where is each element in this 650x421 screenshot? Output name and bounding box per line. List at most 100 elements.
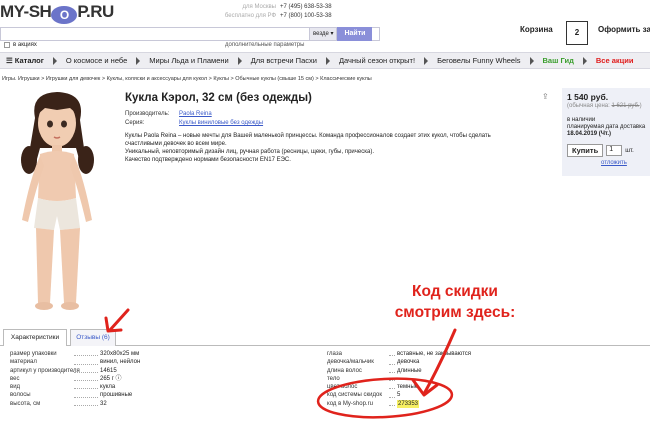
old-price: (обычная цена: 1 621 руб.) [567,103,650,109]
search-button[interactable]: Найти [337,27,373,41]
cart-link[interactable]: Корзина [520,25,553,34]
stock-status: в наличии [567,117,596,123]
char-value: девочка [397,359,420,366]
product-title: Кукла Кэрол, 32 см (без одежды) [125,92,312,104]
cart-count-badge[interactable]: 2 [566,21,588,45]
manufacturer-label: Производитель: [125,111,170,117]
product-description: Куклы Paola Reina – новые мечты для Ваше… [125,132,545,164]
divider [74,391,98,398]
logo-ball-icon: O [51,6,78,24]
site-logo[interactable]: MY-SH O P.RU [0,2,114,24]
char-value: кукла [100,384,116,391]
char-key: вид [10,384,21,391]
char-value: темные [397,384,419,391]
nav-arrow-icon [582,56,587,65]
char-row: вес 265 г ⓘ [10,375,140,383]
divider [389,383,395,390]
char-key: материал [10,359,37,366]
nav-item[interactable]: Беговелы Funny Wheels [431,53,526,68]
phone-label-moscow: для Москвы [242,4,276,10]
char-row: вид кукла [10,383,140,391]
char-key: девочка/мальчик [327,359,374,366]
char-key: цвет волос [327,384,358,391]
tab-reviews[interactable]: Отзывы (6) [70,329,116,346]
char-value: длинные [397,367,422,374]
annotation-line: смотрим здесь: [394,304,516,321]
char-row: материал винил, нейлон [10,358,140,366]
desc-line: Качество подтверждено нормами безопаснос… [125,157,291,163]
desc-line: Куклы Paola Reina – новые мечты для Ваше… [125,133,491,139]
nav-catalog[interactable]: ☰ Каталог [0,53,50,68]
divider [74,400,98,407]
old-price-suffix: ) [639,103,642,109]
delivery-date: 18.04.2019 (Чт.) [567,131,611,137]
buy-button[interactable]: Купить [567,144,604,157]
phone-label-free: бесплатно для РФ [224,13,276,19]
annotation-line: Код скидки [412,283,498,300]
nav-promotions[interactable]: Все акции [590,53,640,68]
shop-code-value: 273353 [397,399,420,409]
phone-free[interactable]: +7 (800) 100-53-38 [280,12,332,21]
char-value: 32 [100,400,107,407]
stocks-filter[interactable]: в акциях [4,42,37,48]
char-row: артикул у производителя 14615 [10,367,140,375]
divider [389,400,395,407]
checkout-link[interactable]: Оформить зак [598,25,650,34]
nav-item[interactable]: О космосе и небе [60,53,133,68]
nav-arrow-icon [136,56,141,65]
char-row: волосы прошивные [10,391,140,399]
char-row: длина волос длинные [327,367,471,375]
nav-item[interactable]: Для встречи Пасхи [245,53,323,68]
share-icon[interactable]: ⇪ [542,92,549,101]
char-row: глаза вставные, не закрываются [327,350,471,358]
stocks-label: в акциях [13,42,37,48]
divider [74,358,98,365]
char-value: винил, нейлон [100,359,141,366]
nav-arrow-icon [424,56,429,65]
characteristics-right: глаза вставные, не закрываются девочка/ма… [327,350,471,409]
product-tabs: Характеристики Отзывы (6) [0,329,650,346]
char-key: тело [327,375,340,382]
stock-info: в наличии планируемая дата доставка 18.0… [567,117,650,138]
char-value: вставные, не закрываются [397,351,472,357]
breadcrumb[interactable]: Игры. Игрушки > Игрушки для девочек > Ку… [2,76,372,82]
divider [74,350,98,357]
desc-line: Уникальный, неповторимый дизайн лиц, руч… [125,149,374,155]
phone-moscow[interactable]: +7 (495) 638-53-38 [280,3,332,12]
nav-guide[interactable]: Ваш Гид [537,53,580,68]
divider [389,367,395,373]
char-value: 5 [397,392,401,399]
nav-arrow-icon [325,56,330,65]
old-price-value: 1 621 руб. [611,103,640,109]
char-key: глаза [327,351,342,357]
char-value: 265 г ⓘ [100,375,122,382]
delivery-label: планируемая дата доставка [567,124,646,130]
nav-item[interactable]: Дачный сезон открыт! [333,53,421,68]
char-key: высота, см [10,400,41,407]
main-nav: ☰ Каталог О космосе и небе Миры Льда и П… [0,52,650,69]
product-meta: Производитель: Paola Reina Серия: Куклы ви… [125,110,263,128]
unit-label: шт. [625,147,634,154]
char-row: тело [327,375,471,383]
header: MY-SH O P.RU для Москвы +7 (495) 638-53-38 … [0,0,650,50]
char-row: высота, см 32 [10,400,140,408]
stocks-checkbox[interactable] [4,42,10,48]
char-row: цвет волос темные [327,383,471,391]
nav-arrow-icon [52,56,57,65]
char-row: код в My-shop.ru 273353 [327,399,471,409]
manufacturer-link[interactable]: Paola Reina [179,110,212,119]
nav-arrow-icon [529,56,534,65]
logo-text-right: P.RU [77,2,114,21]
search-scope-select[interactable]: везде ▾ [309,27,338,41]
tab-characteristics[interactable]: Характеристики [3,329,67,346]
nav-item[interactable]: Миры Льда и Пламени [143,53,234,68]
buy-row: Купить 1 шт. [567,144,650,157]
product-photo[interactable] [0,88,115,318]
series-link[interactable]: Куклы виниловые без одежды [179,119,263,128]
advanced-params-link[interactable]: дополнительные параметры [225,42,304,48]
divider [74,383,98,390]
phones: для Москвы +7 (495) 638-53-38 бесплатно д… [200,3,332,21]
search-controls: везде ▾ Найти [309,27,373,41]
defer-link[interactable]: отложить [601,160,650,166]
quantity-input[interactable]: 1 [606,145,623,156]
